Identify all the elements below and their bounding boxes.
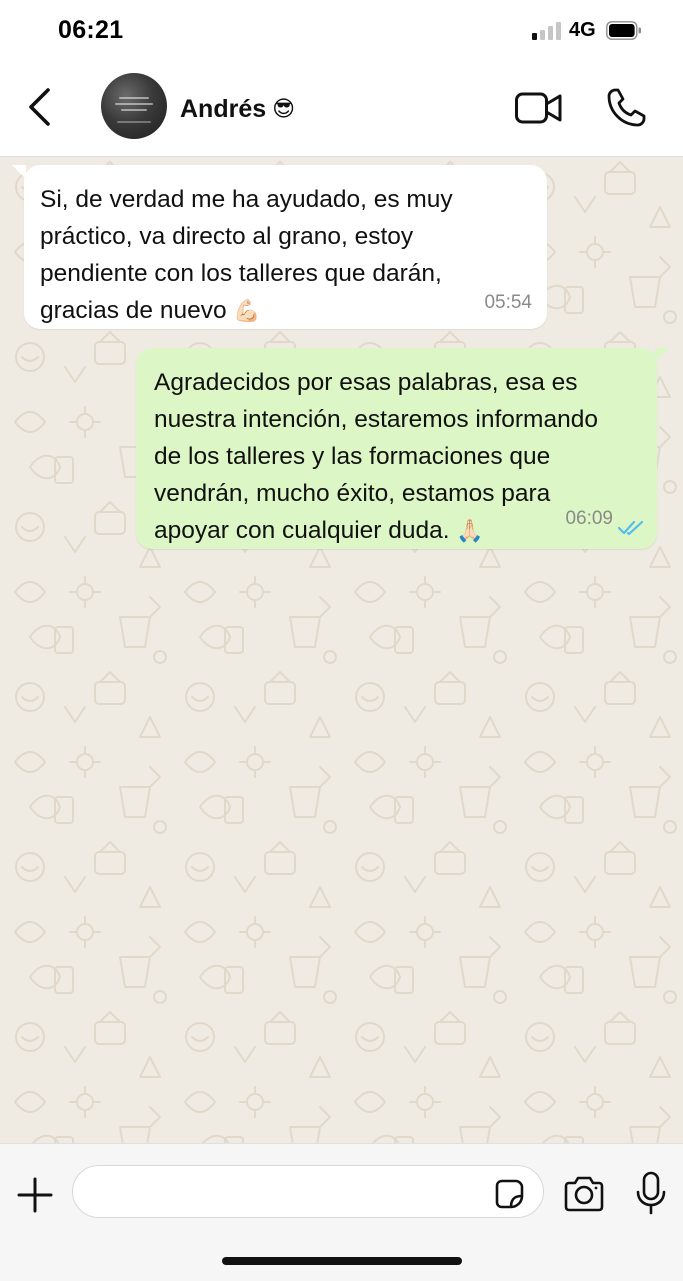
input-bar <box>0 1143 683 1281</box>
status-bar: 06:21 4G <box>0 0 683 62</box>
contact-avatar[interactable] <box>101 73 167 139</box>
contact-name[interactable]: Andrés 😎 <box>180 95 295 124</box>
message-input[interactable] <box>72 1165 544 1218</box>
sunglasses-emoji: 😎 <box>272 97 296 122</box>
back-button[interactable] <box>20 84 60 130</box>
outgoing-message-bubble[interactable]: Agradecidos por esas palabras, esa es nu… <box>136 348 657 549</box>
plus-icon <box>17 1177 53 1213</box>
microphone-button[interactable] <box>634 1170 668 1216</box>
contact-name-text: Andrés <box>180 95 267 123</box>
folded-hands-emoji: 🙏🏻 <box>456 519 484 544</box>
camera-button[interactable] <box>562 1174 606 1214</box>
incoming-message-text: Si, de verdad me ha ayudado, es muy prác… <box>40 181 540 330</box>
status-time: 06:21 <box>58 16 124 44</box>
video-camera-icon <box>515 92 562 124</box>
attach-button[interactable] <box>16 1176 54 1214</box>
outgoing-message-time: 06:09 <box>565 508 613 529</box>
signal-strength-icon <box>532 22 564 40</box>
network-type: 4G <box>569 19 596 41</box>
voice-call-button[interactable] <box>604 86 650 130</box>
sticker-icon <box>495 1179 524 1209</box>
chat-area[interactable]: Si, de verdad me ha ayudado, es muy prác… <box>0 157 683 1143</box>
video-call-button[interactable] <box>514 88 564 128</box>
phone-icon <box>607 88 646 127</box>
sticker-button[interactable] <box>491 1176 527 1212</box>
microphone-icon <box>636 1171 666 1215</box>
home-indicator <box>222 1257 462 1265</box>
chat-header: Andrés 😎 <box>0 62 683 157</box>
incoming-message-time: 05:54 <box>484 292 532 313</box>
chevron-left-icon <box>29 88 50 126</box>
flexed-biceps-emoji: 💪🏻 <box>233 299 261 324</box>
double-check-icon <box>617 519 645 537</box>
camera-icon <box>564 1176 604 1212</box>
outgoing-bubble-tail <box>655 348 669 362</box>
incoming-message-bubble[interactable]: Si, de verdad me ha ayudado, es muy prác… <box>24 165 547 329</box>
battery-icon <box>606 21 642 40</box>
outgoing-message-body: Agradecidos por esas palabras, esa es nu… <box>154 369 598 544</box>
